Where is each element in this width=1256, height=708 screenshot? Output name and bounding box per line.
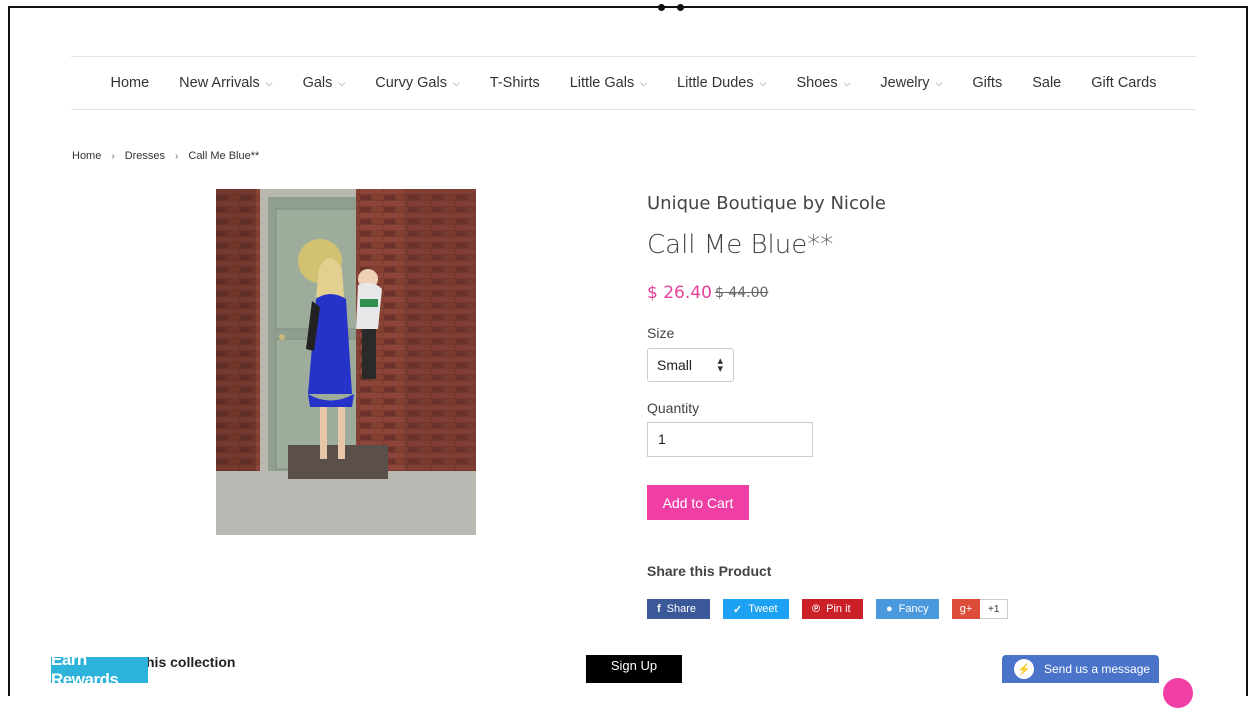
breadcrumb-home[interactable]: Home — [72, 150, 101, 162]
main-nav: Home New Arrivals ⌵ Gals ⌵ Curvy Gals ⌵ T-S… — [71, 56, 1196, 110]
nav-home[interactable]: Home — [110, 75, 149, 91]
related-collection-heading: his collection — [146, 654, 236, 670]
nav-t-shirts[interactable]: T-Shirts — [490, 75, 540, 91]
chevron-down-icon: ⌵ — [843, 77, 851, 88]
earn-rewards-button[interactable]: Earn Rewards — [51, 650, 148, 689]
messenger-label: Send us a message — [1044, 662, 1151, 676]
nav-shoes[interactable]: Shoes ⌵ — [796, 75, 850, 91]
chevron-down-icon: ⌵ — [265, 77, 273, 88]
breadcrumb-current: Call Me Blue** — [188, 150, 260, 162]
google-plus-button[interactable]: g+ +1 — [952, 599, 1009, 619]
share-buttons: f Share ✓ Tweet ℗ Pin it ● Fancy g+ +1 — [647, 599, 1009, 619]
breadcrumb-separator: › — [111, 150, 115, 162]
pinterest-icon: ℗ — [812, 603, 821, 615]
quantity-label: Quantity — [647, 400, 700, 416]
chevron-down-icon: ⌵ — [759, 77, 767, 88]
nav-new-arrivals[interactable]: New Arrivals ⌵ — [179, 75, 272, 91]
sign-up-button[interactable]: Sign Up — [586, 655, 682, 683]
size-select-value: Small — [657, 357, 693, 373]
product-image[interactable] — [216, 189, 476, 535]
messenger-icon: ⚡ — [1014, 659, 1034, 679]
product-price: $ 26.40 — [647, 283, 712, 303]
breadcrumb-dresses[interactable]: Dresses — [125, 150, 165, 162]
size-label: Size — [647, 325, 675, 341]
google-plus-count: +1 — [980, 599, 1009, 619]
google-plus-icon: g+ — [952, 599, 980, 619]
twitter-icon: ✓ — [733, 603, 743, 616]
share-title: Share this Product — [647, 563, 772, 579]
product-photo-illustration — [216, 189, 476, 535]
pinterest-pin-button[interactable]: ℗ Pin it — [802, 599, 863, 619]
quantity-input[interactable]: 1 — [647, 422, 813, 457]
breadcrumb: Home › Dresses › Call Me Blue** — [72, 150, 259, 162]
nav-gifts[interactable]: Gifts — [972, 75, 1002, 91]
size-select[interactable]: Small ▴ ▾ — [647, 348, 734, 382]
fancy-icon: ● — [886, 603, 893, 615]
add-to-cart-button[interactable]: Add to Cart — [647, 485, 749, 520]
nav-gift-cards[interactable]: Gift Cards — [1091, 75, 1156, 91]
nav-curvy-gals[interactable]: Curvy Gals ⌵ — [375, 75, 460, 91]
fancy-button[interactable]: ● Fancy — [876, 599, 939, 619]
facebook-share-button[interactable]: f Share — [647, 599, 710, 619]
nav-little-dudes[interactable]: Little Dudes ⌵ — [677, 75, 766, 91]
chevron-down-icon: ⌵ — [935, 77, 943, 88]
breadcrumb-separator: › — [175, 150, 179, 162]
chevron-down-icon: ⌵ — [338, 77, 346, 88]
product-vendor[interactable]: Unique Boutique by Nicole — [647, 193, 886, 214]
chevron-down-icon: ⌵ — [640, 77, 648, 88]
facebook-icon: f — [657, 603, 661, 615]
compare-at-price: $ 44.00 — [715, 285, 769, 301]
chevron-down-icon: ⌵ — [452, 77, 460, 88]
top-dots — [656, 4, 686, 12]
nav-sale[interactable]: Sale — [1032, 75, 1061, 91]
product-title: Call Me Blue** — [647, 230, 834, 260]
messenger-button[interactable]: ⚡ Send us a message — [1002, 655, 1159, 683]
select-arrows-icon: ▴ ▾ — [717, 355, 723, 375]
nav-jewelry[interactable]: Jewelry ⌵ — [880, 75, 942, 91]
nav-gals[interactable]: Gals ⌵ — [303, 75, 346, 91]
twitter-tweet-button[interactable]: ✓ Tweet — [723, 599, 789, 619]
nav-little-gals[interactable]: Little Gals ⌵ — [570, 75, 647, 91]
